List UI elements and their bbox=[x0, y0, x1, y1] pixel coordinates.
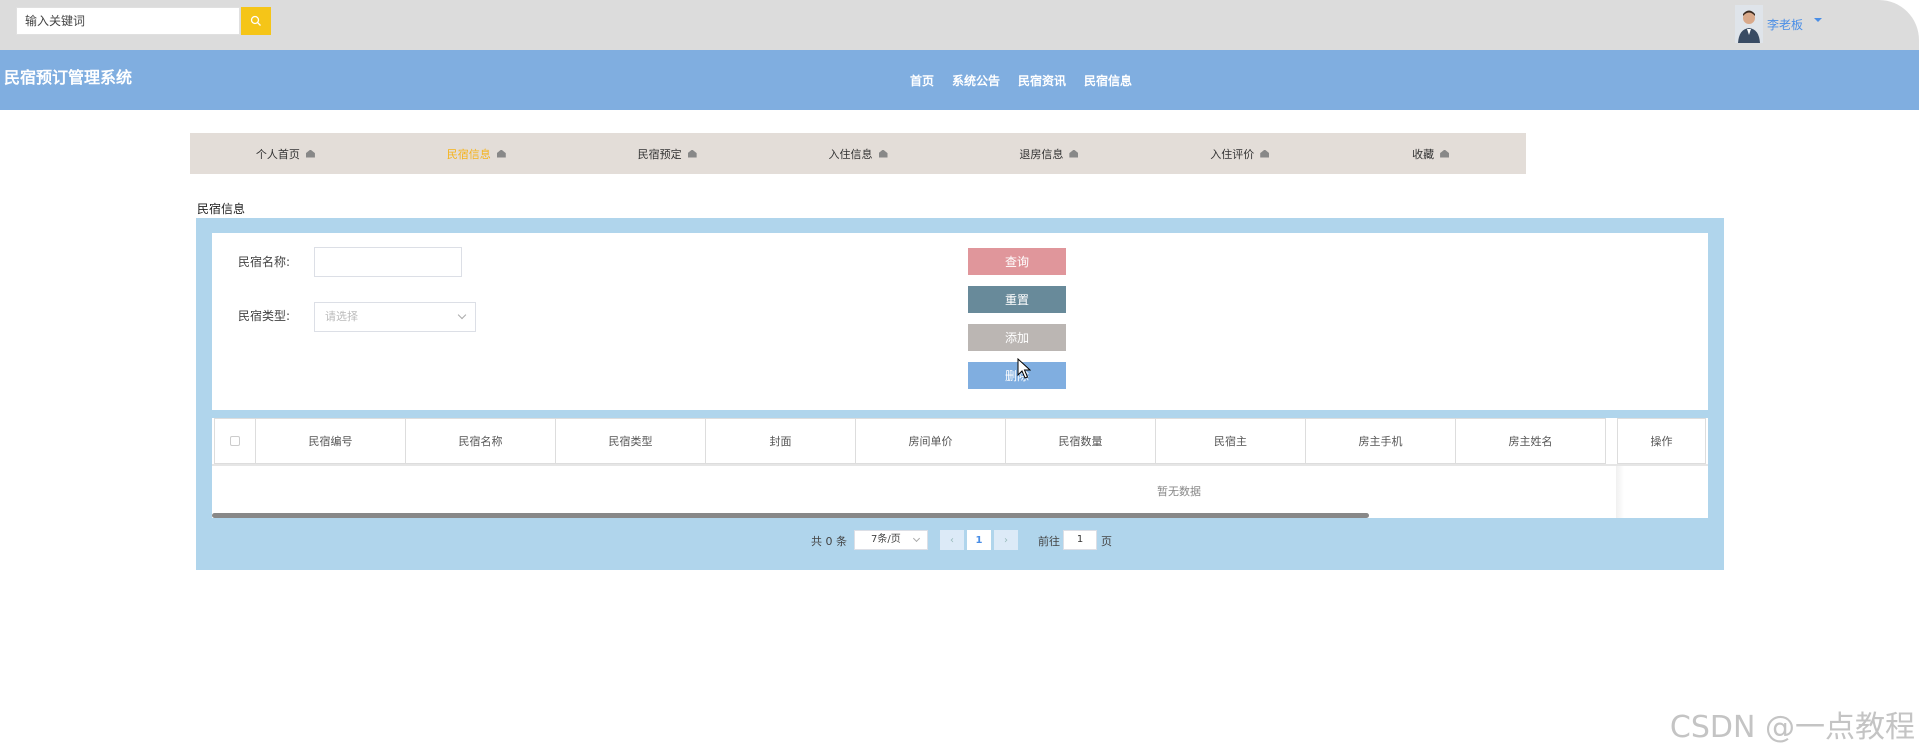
watermark: CSDN @一点教程 bbox=[1669, 710, 1915, 745]
tab-homestay-info[interactable]: 民宿信息 bbox=[381, 133, 572, 174]
tab-label: 收藏 bbox=[1412, 147, 1435, 161]
page-unit-label: 页 bbox=[1101, 535, 1112, 548]
pagination: 共 0 条 7条/页 ‹ 1 › 前往 1 页 bbox=[196, 530, 1724, 550]
next-page-button[interactable]: › bbox=[994, 530, 1018, 550]
select-all-cell bbox=[214, 418, 256, 464]
column-header: 民宿类型 bbox=[555, 418, 706, 464]
select-all-checkbox[interactable] bbox=[230, 436, 240, 446]
page-size-select[interactable]: 7条/页 bbox=[854, 530, 928, 550]
column-header: 民宿名称 bbox=[405, 418, 556, 464]
home-icon bbox=[878, 149, 888, 158]
tab-reviews[interactable]: 入住评价 bbox=[1144, 133, 1335, 174]
home-icon bbox=[1260, 149, 1270, 158]
site-title: 民宿预订管理系统 bbox=[4, 68, 133, 87]
header-nav: 首页 系统公告 民宿资讯 民宿信息 bbox=[910, 72, 1132, 89]
type-label: 民宿类型: bbox=[238, 309, 291, 323]
search-input[interactable]: 输入关键词 bbox=[16, 7, 240, 35]
tab-label: 退房信息 bbox=[1019, 147, 1064, 161]
nav-news[interactable]: 民宿资讯 bbox=[1018, 72, 1066, 89]
nav-homestay-info[interactable]: 民宿信息 bbox=[1084, 72, 1132, 89]
fixed-column-shadow bbox=[1616, 466, 1624, 518]
name-label: 民宿名称: bbox=[238, 255, 291, 269]
home-icon bbox=[687, 149, 697, 158]
horizontal-scrollbar[interactable] bbox=[212, 513, 1369, 518]
avatar[interactable] bbox=[1735, 5, 1763, 43]
tab-label: 个人首页 bbox=[255, 147, 300, 161]
section-title: 民宿信息 bbox=[197, 202, 246, 216]
page-root: 输入关键词 李老板 民宿预订管理系统 首页 系统公告 民宿资讯 民宿信息 个人首… bbox=[0, 0, 1919, 756]
type-select-placeholder: 请选择 bbox=[325, 310, 358, 323]
reset-button[interactable]: 重置 bbox=[968, 286, 1066, 313]
table-header: 民宿编号 民宿名称 民宿类型 封面 房间单价 民宿数量 民宿主 房主手机 房主姓… bbox=[212, 418, 1708, 466]
goto-page-input[interactable]: 1 bbox=[1063, 530, 1097, 550]
name-input[interactable] bbox=[314, 247, 462, 277]
page-number[interactable]: 1 bbox=[967, 530, 991, 550]
chevron-down-icon[interactable] bbox=[1814, 18, 1822, 22]
top-bar: 输入关键词 李老板 bbox=[0, 0, 1919, 50]
home-icon bbox=[496, 149, 506, 158]
chevron-left-icon: ‹ bbox=[950, 534, 954, 546]
goto-label: 前往 bbox=[1038, 535, 1060, 548]
type-select[interactable]: 请选择 bbox=[314, 302, 476, 332]
tab-favorites[interactable]: 收藏 bbox=[1335, 133, 1526, 174]
empty-text: 暂无数据 bbox=[1157, 485, 1201, 498]
module-tabs: 个人首页 民宿信息 民宿预定 入住信息 退房信息 入住评价 收藏 bbox=[190, 133, 1526, 174]
search-icon bbox=[250, 15, 261, 26]
home-icon bbox=[1440, 149, 1450, 158]
column-header: 房主姓名 bbox=[1455, 418, 1606, 464]
user-name[interactable]: 李老板 bbox=[1767, 16, 1803, 33]
tab-label: 民宿预定 bbox=[637, 147, 682, 161]
filter-form: 民宿名称: 民宿类型: 请选择 查询 重置 添加 删除 bbox=[212, 233, 1708, 410]
column-header: 民宿数量 bbox=[1005, 418, 1156, 464]
page-size-value: 7条/页 bbox=[871, 534, 901, 545]
nav-announcements[interactable]: 系统公告 bbox=[952, 72, 1000, 89]
chevron-down-icon bbox=[457, 310, 467, 320]
content-panel: 民宿名称: 民宿类型: 请选择 查询 重置 添加 删除 民宿编号 民宿名称 民宿… bbox=[196, 218, 1724, 570]
column-header: 封面 bbox=[705, 418, 856, 464]
chevron-down-icon bbox=[912, 534, 921, 543]
data-table: 民宿编号 民宿名称 民宿类型 封面 房间单价 民宿数量 民宿主 房主手机 房主姓… bbox=[212, 418, 1708, 518]
tab-checkin[interactable]: 入住信息 bbox=[763, 133, 954, 174]
add-button[interactable]: 添加 bbox=[968, 324, 1066, 351]
column-header: 房间单价 bbox=[855, 418, 1006, 464]
column-header: 操作 bbox=[1617, 418, 1706, 464]
tab-label: 民宿信息 bbox=[446, 147, 491, 161]
column-header: 房主手机 bbox=[1305, 418, 1456, 464]
column-header: 民宿主 bbox=[1155, 418, 1306, 464]
site-header: 民宿预订管理系统 首页 系统公告 民宿资讯 民宿信息 bbox=[0, 50, 1919, 110]
total-count: 共 0 条 bbox=[811, 535, 847, 548]
home-icon bbox=[305, 149, 315, 158]
column-header: 民宿编号 bbox=[255, 418, 406, 464]
tab-label: 入住信息 bbox=[828, 147, 873, 161]
tab-checkout[interactable]: 退房信息 bbox=[953, 133, 1144, 174]
prev-page-button[interactable]: ‹ bbox=[940, 530, 964, 550]
tab-booking[interactable]: 民宿预定 bbox=[572, 133, 763, 174]
tab-personal-home[interactable]: 个人首页 bbox=[190, 133, 381, 174]
home-icon bbox=[1069, 149, 1079, 158]
mouse-cursor-icon bbox=[1017, 358, 1031, 379]
search-button[interactable] bbox=[241, 7, 271, 35]
chevron-right-icon: › bbox=[1004, 534, 1008, 546]
query-button[interactable]: 查询 bbox=[968, 248, 1066, 275]
tab-label: 入住评价 bbox=[1210, 147, 1255, 161]
nav-home[interactable]: 首页 bbox=[910, 72, 934, 89]
